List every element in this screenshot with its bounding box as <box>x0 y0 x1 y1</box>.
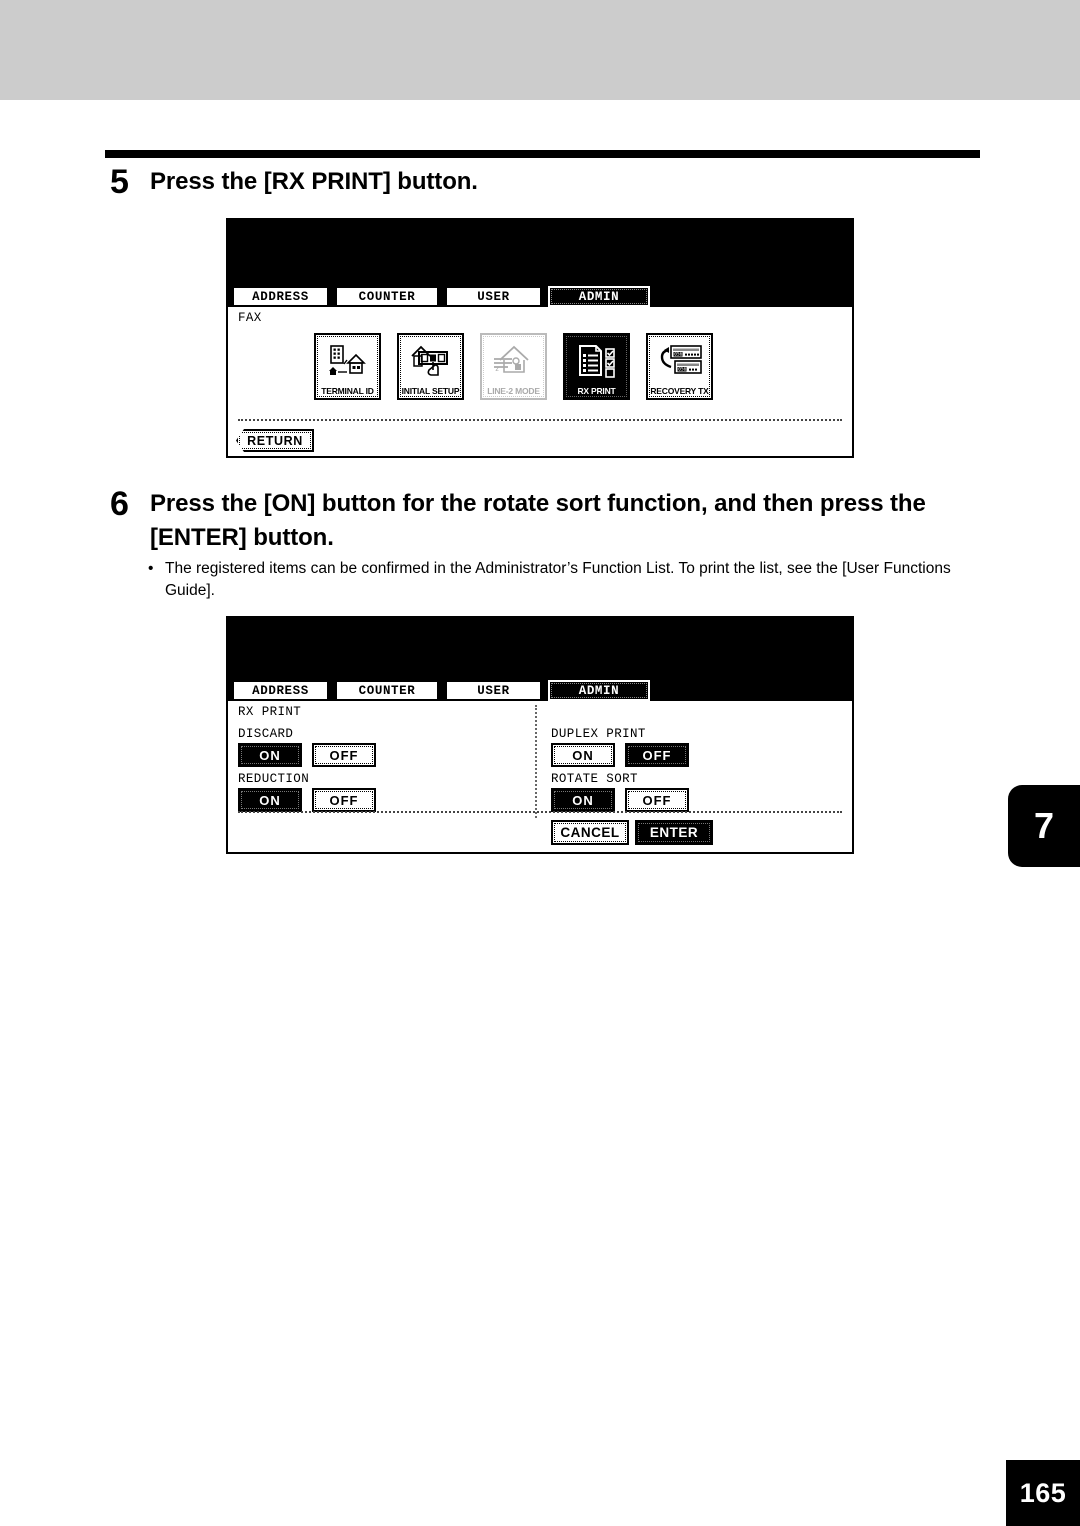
svg-text:056: 056 <box>674 351 682 357</box>
return-button[interactable]: RETURN <box>236 429 314 452</box>
tab-counter[interactable]: COUNTER <box>335 680 439 701</box>
panel1-screen-title: FAX <box>238 311 262 325</box>
reduction-off-button[interactable]: OFF <box>312 788 376 812</box>
svg-text:z: z <box>495 365 499 373</box>
enter-button[interactable]: ENTER <box>635 820 713 845</box>
panel2-column-divider <box>535 705 537 818</box>
panel1-divider <box>238 419 842 421</box>
setting-label-discard: DISCARD <box>238 727 294 741</box>
reduction-on-button[interactable]: ON <box>238 788 302 812</box>
function-button-line2-mode[interactable]: z LINE-2 MODE <box>480 333 547 400</box>
building-house-icon <box>316 335 379 386</box>
step-6-number: 6 <box>110 485 129 523</box>
step-5: 5 Press the [RX PRINT] button. <box>110 165 990 199</box>
step-6-notes: • The registered items can be confirmed … <box>148 558 988 602</box>
tab-address[interactable]: ADDRESS <box>232 680 329 701</box>
chapter-tab-number: 7 <box>1033 805 1055 846</box>
setting-label-reduction: REDUCTION <box>238 772 310 786</box>
rotate-sort-off-button[interactable]: OFF <box>625 788 689 812</box>
svg-text:056: 056 <box>678 366 686 372</box>
panel1-body: FAX TERMINAL ID INITIAL SETUP z LINE-2 M… <box>228 307 852 456</box>
setting-label-rotate-sort: ROTATE SORT <box>551 772 638 786</box>
duplex-print-off-button[interactable]: OFF <box>625 743 689 767</box>
function-button-recovery-tx[interactable]: 056 056 RECOVERY TX <box>646 333 713 400</box>
panel2-tab-bar: ADDRESS COUNTER USER ADMIN <box>228 677 852 701</box>
tab-admin[interactable]: ADMIN <box>548 680 650 701</box>
note-item: • The registered items can be confirmed … <box>148 558 988 602</box>
note-text: The registered items can be confirmed in… <box>165 560 951 599</box>
document-checklist-icon <box>565 335 628 386</box>
chapter-tab: 7 <box>1008 785 1080 867</box>
panel2-screen-title: RX PRINT <box>238 705 302 719</box>
function-button-terminal-id[interactable]: TERMINAL ID <box>314 333 381 400</box>
function-button-initial-setup[interactable]: INITIAL SETUP <box>397 333 464 400</box>
tab-admin[interactable]: ADMIN <box>548 286 650 307</box>
tab-user[interactable]: USER <box>445 680 542 701</box>
panel2-body: RX PRINT DISCARD ON OFF REDUCTION ON OFF… <box>228 701 852 852</box>
function-button-caption: RECOVERY TX <box>650 386 709 396</box>
tab-counter[interactable]: COUNTER <box>335 286 439 307</box>
discard-off-button[interactable]: OFF <box>312 743 376 767</box>
function-button-caption: INITIAL SETUP <box>401 386 460 396</box>
tab-address[interactable]: ADDRESS <box>232 286 329 307</box>
lcd-panel-fax-admin: ADDRESS COUNTER USER ADMIN FAX TERMINAL … <box>226 218 854 458</box>
page-number-box: 165 <box>1006 1460 1080 1526</box>
step-6-title: Press the [ON] button for the rotate sor… <box>150 490 926 552</box>
cancel-button[interactable]: CANCEL <box>551 820 629 845</box>
page-number: 165 <box>1019 1477 1067 1508</box>
function-button-caption: RX PRINT <box>577 386 616 396</box>
step-5-title: Press the [RX PRINT] button. <box>150 168 478 195</box>
function-button-caption: TERMINAL ID <box>321 386 374 396</box>
page-top-band <box>0 0 1080 100</box>
function-button-rx-print[interactable]: RX PRINT <box>563 333 630 400</box>
rotate-sort-on-button[interactable]: ON <box>551 788 615 812</box>
setting-label-duplex-print: DUPLEX PRINT <box>551 727 646 741</box>
house-panel-hand-icon <box>399 335 462 386</box>
function-button-caption: LINE-2 MODE <box>487 386 540 396</box>
recovery-transmit-icon: 056 056 <box>648 335 711 386</box>
lcd-panel-rx-print: ADDRESS COUNTER USER ADMIN RX PRINT DISC… <box>226 616 854 854</box>
tab-user[interactable]: USER <box>445 286 542 307</box>
section-rule <box>105 150 980 158</box>
discard-on-button[interactable]: ON <box>238 743 302 767</box>
duplex-print-on-button[interactable]: ON <box>551 743 615 767</box>
fax-function-icon-row: TERMINAL ID INITIAL SETUP z LINE-2 MODE … <box>314 333 713 400</box>
step-5-number: 5 <box>110 163 129 201</box>
house-line2-icon: z <box>482 335 545 386</box>
panel1-tab-bar: ADDRESS COUNTER USER ADMIN <box>228 283 852 307</box>
bullet-dot-icon: • <box>148 560 154 577</box>
step-6: 6 Press the [ON] button for the rotate s… <box>110 487 990 555</box>
panel2-divider <box>238 811 842 813</box>
